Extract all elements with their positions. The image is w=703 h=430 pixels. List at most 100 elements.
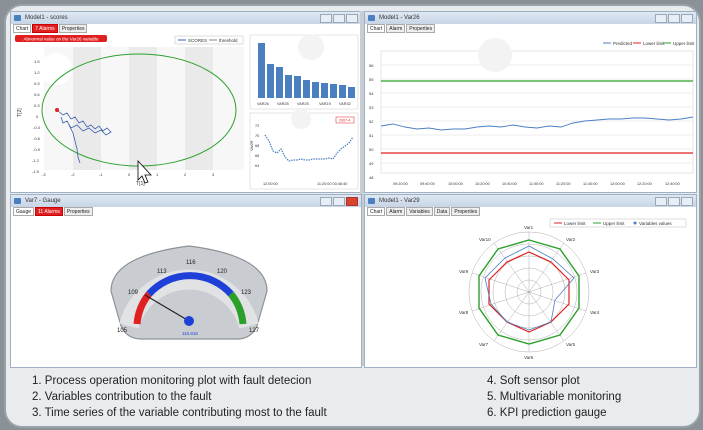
bar [348, 87, 355, 98]
minimize-button[interactable] [320, 14, 332, 23]
bar [294, 76, 301, 98]
y-tick: 54 [369, 91, 374, 96]
gauge-tick: 113 [157, 269, 167, 275]
x-tick: 12:00:00 [610, 182, 625, 186]
close-button[interactable] [681, 197, 693, 206]
window-title: Var7 - Gauge [25, 198, 61, 204]
tab-properties[interactable]: Properties [58, 24, 88, 33]
minimize-button[interactable] [320, 197, 332, 206]
y-tick: -0.6 [33, 136, 41, 141]
ts-y-label: Var26 [249, 140, 254, 151]
tab-properties[interactable]: Properties [451, 207, 481, 216]
gauge-tick: 105 [117, 328, 128, 334]
y-tick: 52 [369, 119, 374, 124]
x-tick: 12:40:00 [665, 182, 680, 186]
ts-tag-text: 2007-4 [339, 119, 350, 123]
axis-label: Var5 [566, 342, 576, 347]
axis-label: Var6 [524, 355, 534, 360]
y-tick: 0.3 [34, 103, 40, 108]
ts-y-tick: 68 [255, 144, 259, 148]
contribution-chart: VAR26 VAR25 VAR25 VAR19 VAR32 [249, 34, 359, 110]
x-tick: 09:20:00 [393, 182, 408, 186]
radar-chart: Lower limit Upper limit Variables values [459, 218, 687, 360]
tab-alarms[interactable]: 7 Alarms [32, 24, 58, 33]
tab-variables[interactable]: Variables [406, 207, 433, 216]
caption-item: 3. Time series of the variable contribut… [32, 407, 327, 419]
y-tick: 56 [369, 63, 374, 68]
soft-sensor-legend: Predicted Lower limit Upper limit [603, 41, 695, 46]
y-tick: 50 [369, 147, 374, 152]
alarm-banner-text: Abnormal value on the Var26 variable [24, 37, 99, 42]
tab-chart[interactable]: Chart [13, 24, 32, 33]
glare-circle [291, 109, 311, 129]
tab-alarms[interactable]: 11 Alarms [35, 207, 63, 216]
bar [303, 80, 310, 98]
bar [276, 67, 283, 98]
gauge-tick: 127 [249, 328, 260, 334]
tab-data[interactable]: Data [433, 207, 451, 216]
tab-chart[interactable]: Chart [367, 24, 386, 33]
y-tick: 1.5 [34, 59, 40, 64]
caption-item: 4. Soft sensor plot [487, 375, 580, 387]
figure-caption: 1. Process operation monitoring plot wit… [22, 369, 692, 424]
scores-chart-area: Abnormal value on the Var26 variable SCO… [15, 34, 359, 190]
soft-sensor-y-ticks: 56 55 54 53 52 51 50 49 48 [369, 63, 374, 180]
soft-sensor-x-ticks: 09:20:00 09:40:00 10:00:00 10:20:00 10:4… [393, 182, 680, 186]
y-tick: 0 [36, 114, 39, 119]
y-tick: -0.9 [33, 147, 41, 152]
axis-label: Var7 [479, 342, 489, 347]
axis-label: Var10 [479, 237, 491, 242]
x-tick: -3 [42, 172, 46, 177]
maximize-button[interactable] [333, 14, 345, 23]
tab-gauge[interactable]: Gauge [13, 207, 35, 216]
window-title: Model1 - Var29 [379, 198, 420, 204]
y-tick: 0.9 [34, 81, 40, 86]
tab-properties[interactable]: Properties [63, 207, 93, 216]
window-icon [368, 198, 375, 204]
tab-properties[interactable]: Properties [406, 24, 436, 33]
tab-alarm[interactable]: Alarm [386, 24, 406, 33]
y-tick: 49 [369, 161, 374, 166]
minimize-button[interactable] [655, 197, 667, 206]
legend-lower-limit: Lower limit [564, 221, 586, 226]
x-tick: 10:00:00 [448, 182, 463, 186]
y-tick: 55 [369, 77, 374, 82]
x-tick: 11:40:00 [583, 182, 598, 186]
x-tick: 10:20:00 [475, 182, 490, 186]
soft-sensor-grid [380, 50, 694, 174]
y-tick: -1.2 [32, 158, 40, 163]
maximize-button[interactable] [668, 14, 680, 23]
y-tick: 53 [369, 105, 374, 110]
close-button[interactable] [681, 14, 693, 23]
tab-chart[interactable]: Chart [367, 207, 386, 216]
bar [267, 64, 274, 98]
bar-category-label: VAR25 [297, 102, 309, 106]
ts-y-tick: 64 [255, 164, 259, 168]
soft-sensor-chart: Predicted Lower limit Upper limit 56 55 … [369, 38, 695, 186]
legend-threshold: threshold [219, 38, 238, 43]
close-button[interactable] [346, 197, 358, 206]
glare-circle [40, 53, 72, 85]
ts-x-tick: 11:20:00 03:46:40 [317, 182, 347, 186]
x-tick: 09:40:00 [420, 182, 435, 186]
gauge-titlebar: Var7 - Gauge [11, 195, 361, 207]
x-tick: 12:20:00 [637, 182, 652, 186]
x-tick: 1 [156, 172, 159, 177]
tab-alarm[interactable]: Alarm [386, 207, 406, 216]
maximize-button[interactable] [668, 197, 680, 206]
maximize-button[interactable] [333, 197, 345, 206]
gauge-value: 110.816 [182, 331, 198, 336]
window-icon [14, 15, 21, 21]
x-tick: 11:20:00 [556, 182, 571, 186]
gauge-tick: 116 [186, 260, 196, 266]
y-tick: 0.6 [34, 92, 40, 97]
scores-y-ticks: 1.5 1.2 0.9 0.6 0.3 0 -0.3 -0.6 -0.9 -1.… [32, 59, 41, 174]
glare-circle [478, 38, 512, 72]
minimize-button[interactable] [655, 14, 667, 23]
radar-web [468, 231, 590, 353]
y-axis-label: T[2] [17, 108, 23, 117]
axis-label: Var4 [590, 310, 600, 315]
close-button[interactable] [346, 14, 358, 23]
ts-y-tick: 70 [255, 134, 259, 138]
y-tick: 51 [369, 133, 374, 138]
